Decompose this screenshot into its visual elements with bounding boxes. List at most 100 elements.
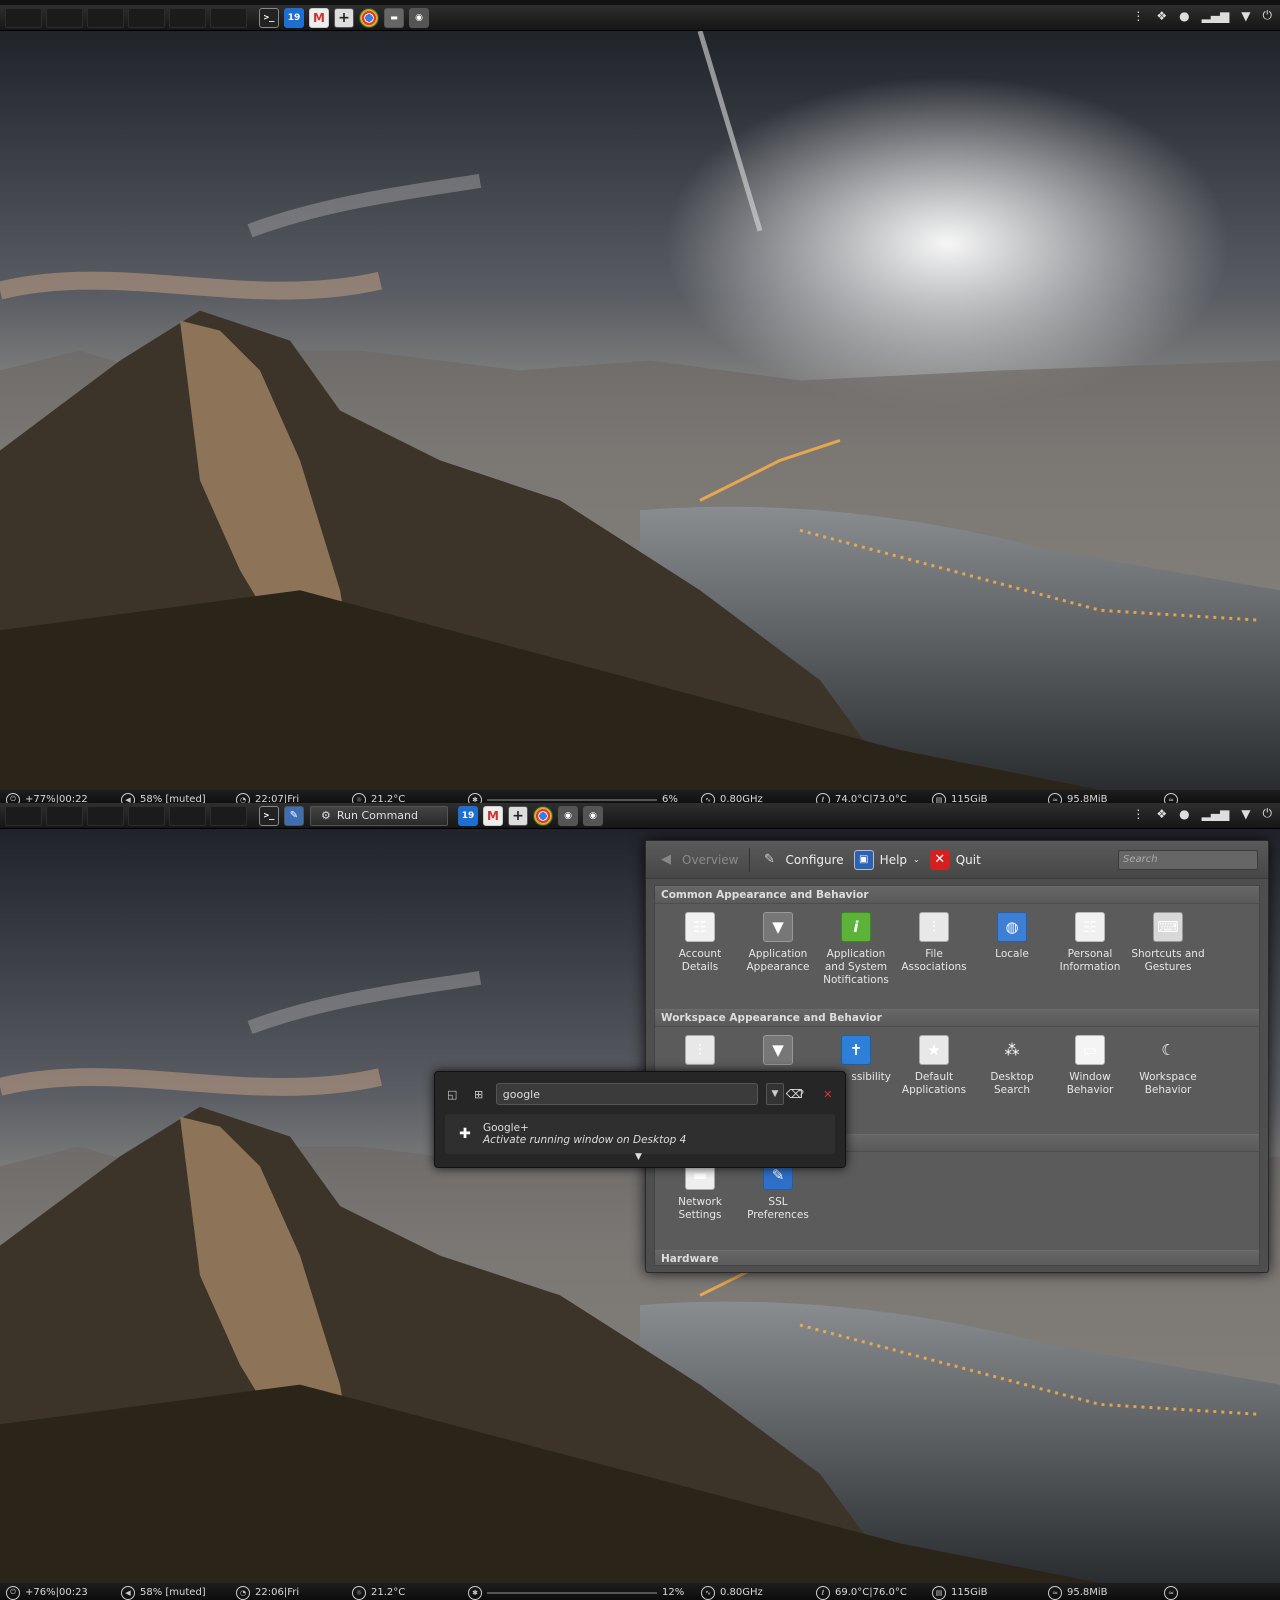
locale-icon: ◍ (997, 912, 1027, 942)
module-notifications[interactable]: i Application and System Notifications (817, 912, 895, 987)
webcam-icon-2[interactable]: ◉ (583, 805, 603, 826)
module-label: Shortcuts and Gestures (1131, 948, 1205, 973)
calendar-icon[interactable]: 19 (458, 805, 478, 826)
webcam-icon[interactable]: ◉ (558, 805, 578, 826)
desktop-2[interactable] (46, 7, 83, 28)
system-settings-icon[interactable]: ✎ (284, 805, 304, 826)
dropbox-icon[interactable]: ❖ (1156, 9, 1167, 23)
module-personal-information[interactable]: ☷ Personal Information (1051, 912, 1129, 974)
taskbar-item-run-command[interactable]: ⚙ Run Command (310, 805, 448, 826)
configure-runner-icon[interactable]: ◱ (443, 1084, 461, 1104)
power-icon[interactable]: ⏻ (1263, 8, 1273, 23)
google-plus-icon: ✚ (459, 1126, 471, 1142)
configure-button[interactable]: ✎ Configure (760, 850, 844, 870)
dropbox-icon[interactable]: ❖ (1156, 807, 1167, 821)
module-ssl-preferences[interactable]: ✎ SSL Preferences (739, 1160, 817, 1222)
desktop-6[interactable] (210, 805, 247, 826)
module-account-details[interactable]: ☷ Account Details (661, 912, 739, 974)
desktop-1[interactable] (5, 7, 42, 28)
add-icon[interactable]: + (508, 805, 528, 826)
wrench-icon: ✎ (764, 852, 775, 867)
desktop-4[interactable] (128, 805, 165, 826)
module-file-associations[interactable]: ⫶ File Associations (895, 912, 973, 974)
taskbar-item-label: Run Command (336, 809, 418, 822)
quit-button[interactable]: ✕ Quit (929, 849, 981, 870)
module-desktop-effects[interactable]: ▼ (739, 1035, 817, 1071)
add-icon[interactable]: + (334, 7, 354, 28)
chat-icon[interactable]: ● (1179, 9, 1189, 23)
module-label: Workspace Behavior (1139, 1071, 1197, 1096)
group-title: Common Appearance and Behavior (655, 886, 1259, 904)
module-desktop-search[interactable]: ⁂ Desktop Search (973, 1035, 1051, 1097)
temperature-text: 69.0°C|76.0°C (835, 1587, 907, 1598)
menu-dots-icon[interactable]: ⋮ (1132, 9, 1144, 23)
group-title: Hardware (655, 1250, 1259, 1265)
gmail-icon[interactable]: M (483, 805, 503, 826)
battery-widget: ⏻ +76%|00:23 (6, 1585, 88, 1600)
personal-information-icon: ☷ (1075, 912, 1105, 942)
module-workspace-behavior[interactable]: ☾ Workspace Behavior (1129, 1035, 1207, 1097)
overview-button[interactable]: ◀ Overview (656, 850, 739, 870)
clear-input-icon[interactable]: ⌫ (786, 1087, 803, 1101)
group-title: Workspace Appearance and Behavior (655, 1009, 1259, 1027)
desktop-3[interactable] (87, 805, 124, 826)
desktop-2[interactable] (46, 805, 83, 826)
module-label: Window Behavior (1066, 1071, 1114, 1096)
chrome-icon[interactable] (533, 805, 553, 826)
desktop-5[interactable] (169, 7, 206, 28)
desktop-6[interactable] (210, 7, 247, 28)
more-results-icon[interactable]: ▼ (635, 1152, 642, 1162)
system-tray-2: ⋮ ❖ ● ▂▄▆ ▼ ⏻ (1132, 806, 1272, 821)
module-label: Locale (995, 948, 1029, 960)
cpu-graph (487, 1591, 657, 1594)
group-common-appearance: Common Appearance and Behavior ☷ Account… (655, 886, 1259, 986)
clock-widget[interactable]: ◔ 22:06|Fri (236, 1585, 299, 1600)
module-network-settings[interactable]: ▬ Network Settings (661, 1160, 739, 1222)
calendar-icon[interactable]: 19 (284, 7, 304, 28)
module-application-appearance[interactable]: ▼ Application Appearance (739, 912, 817, 974)
terminal-icon[interactable]: >_ (259, 7, 279, 28)
module-window-behavior[interactable]: ▭ Window Behavior (1051, 1035, 1129, 1097)
run-command-input[interactable] (495, 1083, 758, 1105)
volume-widget[interactable]: ◀ 58% [muted] (121, 1585, 206, 1600)
settings-search-input[interactable] (1118, 849, 1258, 870)
shortcuts-icon: ⌨ (1153, 912, 1183, 942)
chat-icon[interactable]: ● (1179, 807, 1189, 821)
webcam-icon[interactable]: ◉ (409, 7, 429, 28)
module-shortcuts[interactable]: ⌨ Shortcuts and Gestures (1129, 912, 1207, 974)
run-command-result[interactable]: ✚ Google+ Activate running window on Des… (445, 1114, 835, 1154)
desktop-4[interactable] (128, 7, 165, 28)
desktop-1[interactable] (5, 805, 42, 826)
battery-status: +76%|00:23 (25, 1587, 88, 1598)
module-default-applications[interactable]: ★ Default Applications (895, 1035, 973, 1097)
signal-icon[interactable]: ▂▄▆ (1202, 807, 1230, 821)
module-workspace-appearance[interactable]: ⫶ (661, 1035, 739, 1071)
cpu-graph (487, 798, 657, 801)
disk-text: 115GiB (951, 1587, 988, 1598)
close-icon[interactable]: ✕ (819, 1084, 837, 1104)
settings-toolbar: ◀ Overview ✎ Configure ▣ Help ⌄ ✕ Quit (646, 841, 1268, 879)
dropdown-icon[interactable]: ▼ (1241, 9, 1250, 23)
top-panel-2: >_ ✎ ⚙ Run Command 19 M + ◉ ◉ ⋮ ❖ ● ▂▄▆ … (0, 803, 1280, 829)
chrome-icon[interactable] (359, 7, 379, 28)
module-locale[interactable]: ◍ Locale (973, 912, 1051, 961)
cpu-load-text: 12% (662, 1587, 685, 1598)
show-activities-icon[interactable]: ⊞ (469, 1084, 487, 1104)
menu-dots-icon[interactable]: ⋮ (1132, 807, 1144, 821)
toolbar-separator (748, 847, 750, 872)
configure-label: Configure (785, 852, 844, 867)
help-button[interactable]: ▣ Help ⌄ (853, 849, 920, 870)
module-label: File Associations (901, 948, 967, 973)
power-icon[interactable]: ⏻ (1263, 806, 1273, 821)
terminal-icon[interactable]: >_ (259, 805, 279, 826)
desktop-5[interactable] (169, 805, 206, 826)
temperature-widget: ℓ 69.0°C|76.0°C (816, 1585, 907, 1600)
network-text: 95.8MiB (1067, 1587, 1108, 1598)
signal-icon[interactable]: ▂▄▆ (1202, 9, 1230, 23)
pictures-icon[interactable]: ▬ (384, 7, 404, 28)
gmail-icon[interactable]: M (309, 7, 329, 28)
history-dropdown-button[interactable]: ▼ (765, 1083, 785, 1105)
dropdown-icon[interactable]: ▼ (1241, 807, 1250, 821)
desktop-3[interactable] (87, 7, 124, 28)
weather-icon: ☼ (352, 1585, 366, 1600)
